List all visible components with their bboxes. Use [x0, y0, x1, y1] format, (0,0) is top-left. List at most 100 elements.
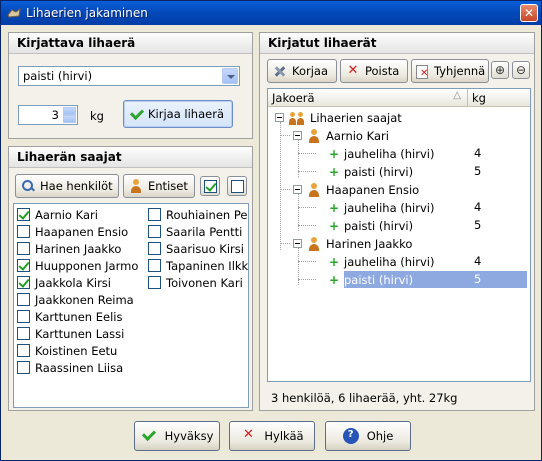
column-batch[interactable]: Jakoerä △	[268, 89, 468, 106]
recorded-tree[interactable]: Jakoerä △ kg Lihaerien saajat Aarnio Kar…	[267, 88, 531, 382]
list-item[interactable]: Karttunen Lassi	[17, 325, 124, 342]
delete-label: Poista	[365, 64, 400, 78]
tree-header: Jakoerä △ kg	[268, 89, 530, 107]
list-item[interactable]: Harinen Jaakko	[17, 240, 121, 257]
person-name: Aarnio Kari	[326, 128, 389, 143]
recipient-name: Raassinen Liisa	[35, 360, 124, 375]
help-icon: ?	[342, 428, 359, 444]
title-bar[interactable]: Lihaerien jakaminen ✕	[1, 1, 541, 25]
plus-icon: +	[328, 200, 340, 215]
tree-item[interactable]: + paisti (hirvi)	[328, 217, 413, 234]
recipient-name: Toivonen Kari	[166, 275, 243, 290]
previous-recipients-button[interactable]: Entiset	[123, 174, 195, 198]
list-item[interactable]: Saarisuo Kirsi	[148, 240, 244, 257]
expand-all-button[interactable]: ⊕	[491, 61, 509, 79]
recipient-name: Karttunen Lassi	[35, 326, 125, 341]
entry-panel: Kirjattava lihaerä paisti (hirvi) 3 kg K…	[8, 32, 253, 139]
tree-person[interactable]: Harinen Jaakko	[307, 235, 412, 252]
recorded-panel: Kirjatut lihaerät Korjaa ✕ Poista Tyhjen…	[259, 32, 535, 411]
tree-person[interactable]: Aarnio Kari	[307, 127, 389, 144]
recipients-list[interactable]: Aarnio Kari Haapanen Ensio Harinen Jaakk…	[13, 203, 249, 408]
recipient-name: Karttunen Eelis	[35, 309, 123, 324]
checkbox[interactable]	[148, 225, 161, 238]
checkbox[interactable]	[148, 242, 161, 255]
plus-icon: +	[328, 218, 340, 233]
clear-label: Tyhjennä	[434, 64, 486, 78]
checkbox[interactable]	[17, 361, 30, 374]
checkbox[interactable]	[17, 276, 30, 289]
list-item[interactable]: Rouhiainen Pek	[148, 206, 249, 223]
spin-up-icon[interactable]	[63, 107, 76, 115]
list-item[interactable]: Aarnio Kari	[17, 206, 98, 223]
recipient-name: Aarnio Kari	[35, 207, 98, 222]
group-icon	[289, 111, 305, 125]
list-item[interactable]: Koistinen Eetu	[17, 342, 117, 359]
checkbox[interactable]	[17, 208, 30, 221]
fix-button[interactable]: Korjaa	[267, 59, 337, 83]
collapse-toggle-icon[interactable]	[275, 113, 284, 122]
accept-button[interactable]: Hyväksy	[134, 421, 220, 451]
column-kg-label: kg	[472, 91, 486, 105]
plus-icon: +	[328, 272, 340, 287]
fetch-persons-button[interactable]: Hae henkilöt	[15, 174, 119, 198]
checkbox[interactable]	[17, 310, 30, 323]
check-icon	[129, 107, 143, 121]
recipient-name: Rouhiainen Pek	[166, 207, 249, 222]
item-name: jauheliha (hirvi)	[344, 254, 435, 269]
item-kg: 5	[474, 272, 482, 286]
delete-button[interactable]: ✕ Poista	[340, 59, 408, 83]
checkbox[interactable]	[17, 259, 30, 272]
check-all-button[interactable]	[200, 176, 220, 196]
checkbox[interactable]	[17, 344, 30, 357]
collapse-toggle-icon[interactable]	[293, 131, 302, 140]
quantity-value: 3	[51, 108, 59, 122]
checkbox[interactable]	[17, 293, 30, 306]
meat-type-select[interactable]: paisti (hirvi)	[18, 66, 240, 86]
spin-down-icon[interactable]	[63, 115, 76, 123]
record-batch-button[interactable]: Kirjaa lihaerä	[123, 100, 233, 128]
checkbox[interactable]	[148, 276, 161, 289]
meat-type-value: paisti (hirvi)	[23, 69, 93, 83]
recorded-panel-header: Kirjatut lihaerät	[260, 33, 534, 54]
reject-button[interactable]: ✕ Hylkää	[229, 421, 315, 451]
item-kg: 4	[474, 146, 482, 160]
uncheck-all-button[interactable]	[227, 176, 247, 196]
list-item[interactable]: Karttunen Eelis	[17, 308, 122, 325]
checkbox[interactable]	[17, 327, 30, 340]
app-icon	[7, 7, 21, 19]
checkbox[interactable]	[148, 259, 161, 272]
list-item[interactable]: Huupponen Jarmo	[17, 257, 138, 274]
quantity-stepper[interactable]: 3	[18, 105, 78, 125]
chevron-down-icon[interactable]	[222, 68, 238, 84]
list-item[interactable]: Tapaninen Ilkk	[148, 257, 248, 274]
collapse-toggle-icon[interactable]	[293, 185, 302, 194]
recipient-name: Saarisuo Kirsi	[166, 241, 244, 256]
tree-item[interactable]: + jauheliha (hirvi)	[328, 145, 435, 162]
list-item[interactable]: Jaakkonen Reima	[17, 291, 134, 308]
list-item[interactable]: Toivonen Kari	[148, 274, 243, 291]
column-kg[interactable]: kg	[468, 89, 530, 106]
person-name: Harinen Jaakko	[326, 236, 413, 251]
tree-item[interactable]: + jauheliha (hirvi)	[328, 253, 435, 270]
recipient-name: Tapaninen Ilkk	[166, 258, 249, 273]
checkbox[interactable]	[17, 242, 30, 255]
list-item[interactable]: Haapanen Ensio	[17, 223, 128, 240]
list-item[interactable]: Jaakkola Kirsi	[17, 274, 111, 291]
clear-button[interactable]: Tyhjennä	[411, 59, 489, 83]
tree-person[interactable]: Haapanen Ensio	[307, 181, 419, 198]
recipient-name: Saarila Pentti	[166, 224, 243, 239]
help-label: Ohje	[366, 429, 394, 443]
collapse-all-button[interactable]: ⊖	[512, 61, 530, 79]
column-batch-label: Jakoerä	[272, 91, 315, 105]
close-button[interactable]: ✕	[520, 4, 538, 22]
tree-item[interactable]: + jauheliha (hirvi)	[328, 199, 435, 216]
checkbox[interactable]	[148, 208, 161, 221]
help-button[interactable]: ? Ohje	[325, 421, 411, 451]
list-item[interactable]: Raassinen Liisa	[17, 359, 123, 376]
tree-item-selected[interactable]: + paisti (hirvi)	[328, 271, 413, 288]
tree-item[interactable]: + paisti (hirvi)	[328, 163, 413, 180]
checkbox[interactable]	[17, 225, 30, 238]
list-item[interactable]: Saarila Pentti	[148, 223, 242, 240]
collapse-toggle-icon[interactable]	[293, 239, 302, 248]
tree-root[interactable]: Lihaerien saajat	[289, 109, 402, 126]
